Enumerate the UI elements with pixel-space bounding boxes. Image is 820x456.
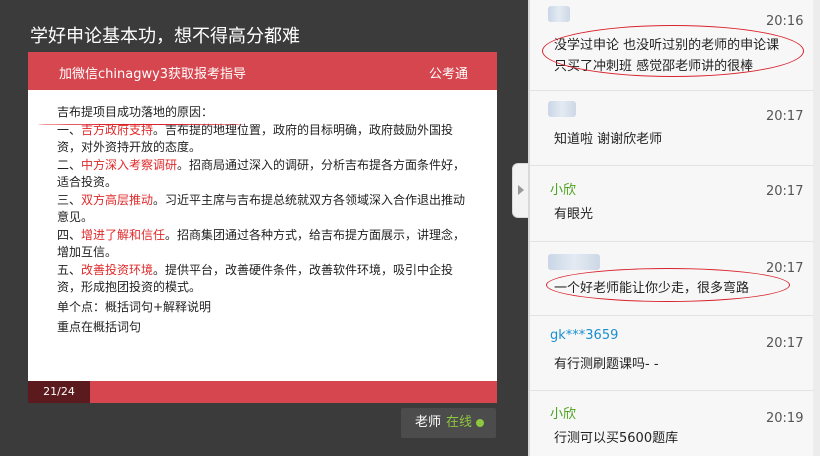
message-username: 小欣 — [550, 183, 577, 198]
message-text: 有行测刷题课吗- - — [554, 357, 659, 372]
slide-footer: 21/24 — [28, 381, 497, 403]
chat-scrollbar[interactable] — [813, 0, 820, 456]
teacher-status: 老师 在线 — [401, 408, 496, 438]
slide-body: 吉布提项目成功落地的原因： 一、吉方政府支持。吉布提的地理位置，政府的目标明确，… — [57, 104, 477, 336]
message-time: 20:19 — [766, 411, 804, 426]
message-time: 20:17 — [766, 109, 804, 124]
slide-note: 单个点：概括词句+解释说明 — [57, 300, 212, 314]
blurred-username — [548, 254, 600, 270]
blurred-username — [548, 6, 570, 22]
chat-message: 20:17 一个好老师能让你少走，很多弯路 — [530, 242, 813, 316]
arrow-right-icon — [518, 185, 524, 195]
chat-message: 20:17 知道啦 谢谢欣老师 — [530, 91, 813, 166]
teacher-label: 老师 — [415, 415, 442, 430]
slide-header-text: 加微信chinagwy3获取报考指导 — [59, 67, 247, 82]
slide-point: 五、改善投资环境。提供平台，改善硬件条件，改善软件环境，吸引中企投资，形成抱团投… — [57, 263, 454, 294]
slide-point: 一、吉方政府支持。吉布提的地理位置，政府的目标明确，政府鼓励外国投资，对外资持开… — [57, 123, 454, 154]
message-time: 20:17 — [766, 184, 804, 199]
message-username: 小欣 — [550, 407, 577, 422]
message-text: 知道啦 谢谢欣老师 — [554, 132, 663, 147]
slide-point: 四、增进了解和信任。招商集团通过各种方式，给吉布提方面展示，讲理念，增加互信。 — [57, 228, 466, 259]
chat-message: 20:16 没学过申论 也没听过别的老师的申论课 只买了冲刺班 感觉邵老师讲的很… — [530, 0, 813, 91]
message-time: 20:17 — [766, 336, 804, 351]
chat-message: gk***3659 20:17 有行测刷题课吗- - — [530, 316, 813, 391]
message-text: 行测可以买5600题库 — [554, 431, 679, 446]
course-title: 学好申论基本功，想不得高分都难 — [30, 26, 300, 47]
video-player: 学好申论基本功，想不得高分都难 加微信chinagwy3获取报考指导 公考通 吉… — [0, 0, 528, 456]
message-username: gk***3659 — [550, 328, 619, 343]
slide-point: 二、中方深入考察调研。招商局通过深入的调研，分析吉布提各方面条件好，适合投资。 — [57, 158, 466, 189]
chat-message: 小欣 20:17 有眼光 — [530, 166, 813, 242]
slide-page-number: 21/24 — [28, 381, 90, 403]
blurred-username — [548, 101, 576, 117]
chat-message: 小欣 20:19 行测可以买5600题库 — [530, 391, 813, 456]
online-dot-icon — [476, 419, 484, 427]
annotation-ellipse — [546, 268, 790, 302]
chat-panel[interactable]: 20:16 没学过申论 也没听过别的老师的申论课 只买了冲刺班 感觉邵老师讲的很… — [530, 0, 820, 456]
slide-brand-logo: 公考通 — [428, 67, 468, 82]
annotation-underline — [38, 124, 244, 125]
message-time: 20:17 — [766, 261, 804, 276]
online-status: 在线 — [446, 415, 473, 430]
slide-note: 重点在概括词句 — [57, 320, 142, 334]
annotation-ellipse — [542, 25, 804, 77]
slide: 加微信chinagwy3获取报考指导 公考通 吉布提项目成功落地的原因： 一、吉… — [28, 52, 497, 403]
slide-heading: 吉布提项目成功落地的原因： — [57, 105, 214, 119]
message-time: 20:16 — [766, 14, 804, 29]
message-text: 有眼光 — [554, 207, 594, 222]
slide-header: 加微信chinagwy3获取报考指导 公考通 — [28, 52, 497, 90]
slide-point: 三、双方高层推动。习近平主席与吉布提总统就双方各领域深入合作退出推动意见。 — [57, 193, 466, 224]
